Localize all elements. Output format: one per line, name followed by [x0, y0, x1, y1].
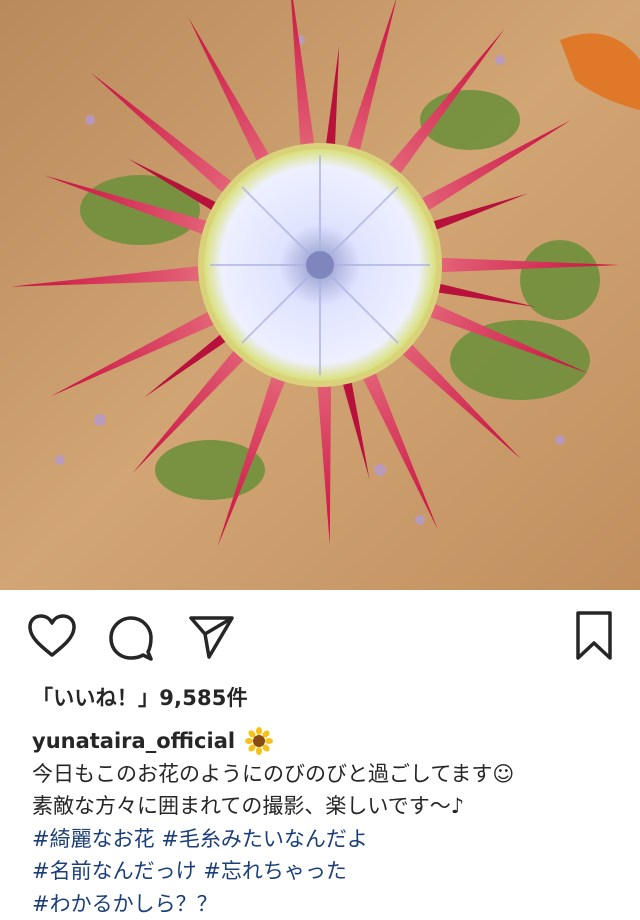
hashtag-line: #名前なんだっけ #忘れちゃった [32, 855, 622, 888]
hashtag-link[interactable]: #名前なんだっけ [32, 859, 197, 883]
hashtag-link[interactable]: #忘れちゃった [203, 859, 347, 883]
comment-icon[interactable] [107, 614, 155, 662]
hashtag-link[interactable]: #毛糸みたいなんだよ [161, 827, 368, 851]
protea-flower-image [0, 0, 640, 590]
hashtag-link[interactable]: #綺麗なお花 [32, 827, 155, 851]
username-link[interactable]: yunataira_official [32, 725, 235, 758]
post-photo[interactable] [0, 0, 640, 590]
hashtag-line: #綺麗なお花 #毛糸みたいなんだよ [32, 823, 622, 856]
caption-line: 今日もこのお花のようにのびのびと過ごしてます☺ [32, 758, 622, 791]
post-caption: yunataira_official 今日もこのお花のようにのびのびと過ごしてま… [32, 725, 622, 920]
share-icon[interactable] [187, 612, 235, 660]
heart-icon[interactable] [27, 614, 77, 658]
caption-user-line: yunataira_official [32, 725, 622, 758]
sunflower-icon [245, 727, 273, 755]
bookmark-icon[interactable] [574, 610, 614, 662]
caption-line: 素敵な方々に囲まれての撮影、楽しいです〜♪ [32, 790, 622, 823]
likes-count[interactable]: 「いいね！」9,585件 [32, 682, 248, 712]
hashtag-line: #わかるかしら？？ [32, 888, 622, 920]
hashtag-link[interactable]: #わかるかしら？？ [32, 892, 218, 916]
action-bar [0, 590, 640, 685]
